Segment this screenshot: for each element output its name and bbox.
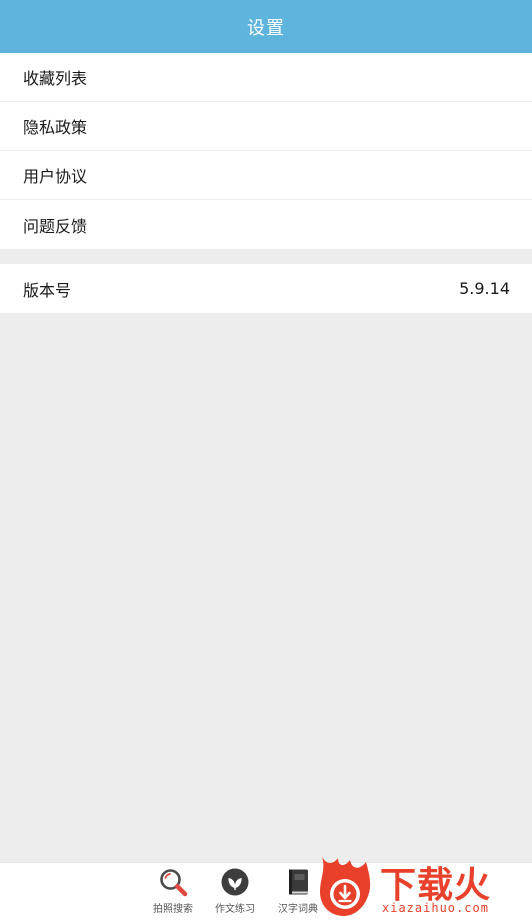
settings-item-label: 问题反馈 <box>23 216 88 236</box>
settings-item-feedback[interactable]: 问题反馈 <box>0 200 532 249</box>
tab-composition-practice[interactable]: 作文练习 <box>205 867 265 917</box>
settings-item-user-agreement[interactable]: 用户协议 <box>0 151 532 200</box>
tab-label: 汉字词典 <box>278 904 318 915</box>
tab-photo-search[interactable]: 拍照搜索 <box>143 867 203 917</box>
magnifier-icon <box>158 867 188 897</box>
tab-label: 作文练习 <box>215 904 255 915</box>
flame-icon <box>320 856 371 916</box>
title-bar: 设置 <box>0 0 532 53</box>
settings-item-label: 收藏列表 <box>23 69 88 88</box>
settings-item-label: 隐私政策 <box>23 118 88 137</box>
version-label: 版本号 <box>23 280 72 300</box>
settings-list: 收藏列表 隐私政策 用户协议 问题反馈 <box>0 53 532 249</box>
watermark-domain: xiazaihuo.com <box>382 901 489 915</box>
settings-item-favorites[interactable]: 收藏列表 <box>0 53 532 102</box>
settings-screen: 设置 收藏列表 隐私政策 用户协议 问题反馈 版本号 5.9.14 拍照搜索 作… <box>0 0 532 920</box>
version-value: 5.9.14 <box>459 279 510 298</box>
watermark-logo: 下载火 xiazaihuo.com <box>316 850 528 918</box>
page-title: 设置 <box>247 17 285 39</box>
leaf-icon <box>220 867 250 897</box>
settings-item-version: 版本号 5.9.14 <box>0 264 532 313</box>
settings-item-label: 用户协议 <box>23 167 88 186</box>
tab-label: 拍照搜索 <box>153 904 193 915</box>
version-section: 版本号 5.9.14 <box>0 264 532 313</box>
book-icon <box>283 867 313 897</box>
settings-item-privacy-policy[interactable]: 隐私政策 <box>0 102 532 151</box>
